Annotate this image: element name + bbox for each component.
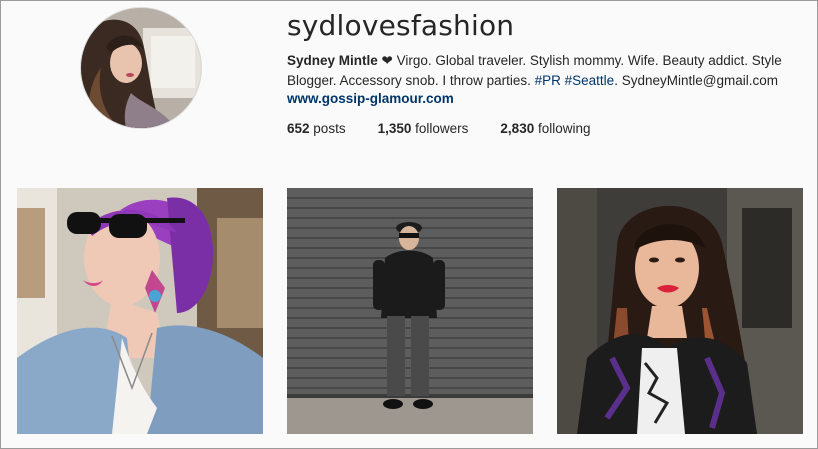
- followers-count: 1,350: [377, 121, 412, 136]
- followers-label: followers: [415, 121, 469, 136]
- posts-label: posts: [313, 121, 346, 136]
- website-link[interactable]: www.gossip-glamour.com: [287, 91, 454, 106]
- hashtag-pr[interactable]: #PR: [535, 73, 561, 88]
- bio: Sydney Mintle ❤ Virgo. Global traveler. …: [287, 51, 787, 91]
- heart-icon: ❤: [381, 53, 393, 68]
- following-stat[interactable]: 2,830 following: [500, 121, 590, 136]
- following-count: 2,830: [500, 121, 535, 136]
- post-thumbnail[interactable]: [557, 188, 803, 434]
- hashtag-seattle[interactable]: #Seattle: [565, 73, 615, 88]
- following-label: following: [537, 121, 591, 136]
- posts-stat: 652 posts: [287, 121, 346, 136]
- posts-count: 652: [287, 121, 310, 136]
- profile-stats: 652 posts 1,350 followers 2,830 followin…: [287, 121, 623, 136]
- followers-stat[interactable]: 1,350 followers: [378, 121, 469, 136]
- username: sydlovesfashion: [287, 9, 515, 42]
- post-thumbnail[interactable]: [287, 188, 533, 434]
- full-name: Sydney Mintle: [287, 53, 378, 68]
- profile-page: sydlovesfashion Sydney Mintle ❤ Virgo. G…: [0, 0, 818, 449]
- profile-avatar[interactable]: [80, 7, 202, 129]
- email-text: . SydneyMintle@gmail.com: [614, 73, 778, 88]
- post-thumbnail[interactable]: [17, 188, 263, 434]
